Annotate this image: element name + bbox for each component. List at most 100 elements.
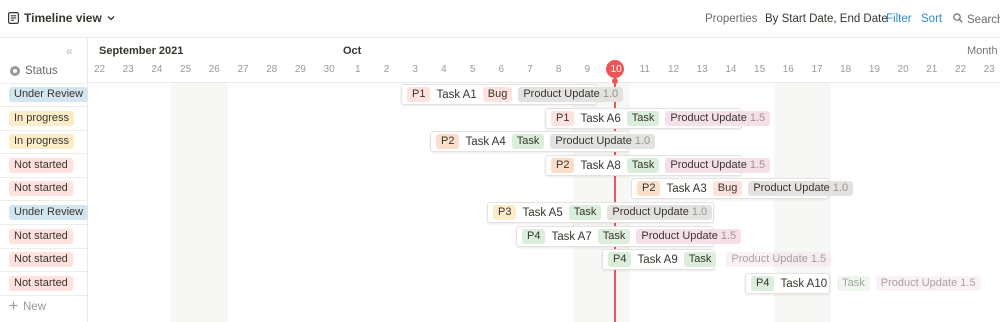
status-tag[interactable]: Not started	[9, 158, 73, 173]
type-tag: Task	[837, 276, 870, 291]
row-divider	[0, 83, 88, 84]
day-label: 30	[323, 64, 335, 75]
status-tag[interactable]: In progress	[9, 134, 75, 149]
product-version: 1.0	[602, 88, 619, 100]
day-label: 6	[498, 64, 505, 75]
task-row-a4: P2 Task A4 Task Product Update 1.0	[436, 131, 656, 152]
product-tag: Product Update 1.5	[636, 229, 742, 244]
day-label: 2	[383, 64, 390, 75]
task-title[interactable]: Task A10	[780, 278, 827, 290]
new-label: New	[23, 301, 47, 313]
day-label: 5	[469, 64, 476, 75]
plus-icon	[9, 301, 18, 313]
status-column: « Status Under Review In progress In pro…	[0, 38, 89, 322]
status-tag[interactable]: In progress	[9, 111, 75, 126]
month-label: Oct	[343, 45, 362, 57]
chevron-down-icon	[107, 15, 115, 21]
task-title[interactable]: Task A5	[522, 207, 562, 219]
task-title[interactable]: Task A8	[580, 160, 620, 172]
month-label: September 2021	[99, 45, 184, 57]
day-label: 22	[93, 64, 106, 75]
product-tag: Product Update 1.5	[726, 252, 832, 267]
task-title[interactable]: Task A4	[465, 136, 505, 148]
type-tag: Bug	[482, 87, 513, 102]
type-tag: Task	[511, 134, 545, 149]
status-tag[interactable]: Not started	[9, 276, 73, 291]
sort-button[interactable]: Sort	[921, 13, 942, 25]
task-title[interactable]: Task A9	[637, 254, 677, 266]
day-label: 29	[294, 64, 306, 75]
row-divider	[0, 200, 88, 201]
collapse-panel-icon[interactable]: «	[66, 44, 73, 58]
product-name: Product Update	[641, 230, 718, 242]
product-name: Product Update	[612, 206, 689, 218]
product-version: 1.0	[832, 182, 849, 194]
type-tag: Task	[683, 252, 717, 267]
day-label: 10	[610, 64, 622, 75]
filter-button[interactable]: Filter	[886, 13, 912, 25]
product-tag: Product Update 1.0	[518, 87, 624, 102]
row-divider	[0, 130, 88, 131]
row-divider	[0, 153, 88, 154]
timeline-grid: September 2021 Oct Month 22 23 24 25 26 27 28 2…	[89, 38, 1000, 322]
day-label: 1	[355, 64, 361, 75]
status-tag[interactable]: Under Review	[9, 87, 89, 102]
task-title[interactable]: Task A1	[436, 89, 476, 101]
timeline-view-button[interactable]: Timeline view	[8, 11, 115, 25]
type-tag: Bug	[712, 181, 743, 196]
sort-by-dates-button[interactable]: By Start Date, End Date	[765, 13, 888, 25]
day-label: 25	[180, 64, 192, 75]
search-button[interactable]: Search	[953, 13, 1000, 26]
day-label: 23	[983, 64, 995, 75]
priority-tag: P2	[637, 181, 661, 196]
task-title[interactable]: Task A3	[666, 183, 706, 195]
timeline-icon	[8, 12, 19, 24]
view-label: Timeline view	[24, 11, 102, 25]
priority-tag: P3	[493, 205, 517, 220]
row-divider	[0, 177, 88, 178]
status-tag[interactable]: Not started	[9, 229, 73, 244]
day-label: 11	[639, 64, 650, 75]
day-label: 28	[266, 64, 278, 75]
product-tag: Product Update 1.0	[748, 181, 854, 196]
task-row-a5: P3 Task A5 Task Product Update 1.0	[493, 202, 713, 223]
day-label: 17	[811, 64, 823, 75]
status-header[interactable]: Status	[10, 65, 58, 77]
new-row-button[interactable]: New	[9, 301, 46, 313]
task-title[interactable]: Task A6	[580, 113, 620, 125]
day-label: 22	[954, 64, 967, 75]
row-divider	[0, 295, 88, 296]
product-name: Product Update	[555, 135, 632, 147]
product-version: 1.0	[691, 206, 708, 218]
weekend-column	[171, 83, 228, 322]
day-label: 23	[122, 64, 134, 75]
product-name: Product Update	[670, 112, 747, 124]
status-tag[interactable]: Under Review	[9, 205, 89, 220]
task-row-a7: P4 Task A7 Task Product Update 1.5	[522, 226, 742, 247]
day-label: 24	[151, 64, 163, 75]
day-label: 19	[868, 64, 880, 75]
day-label: 26	[208, 64, 220, 75]
product-version: 1.5	[810, 253, 827, 265]
day-label: 20	[897, 64, 909, 75]
header-divider	[89, 82, 1000, 83]
priority-tag: P2	[551, 158, 575, 173]
row-divider	[0, 271, 88, 272]
product-name: Product Update	[523, 88, 600, 100]
zoom-level-button[interactable]: Month	[967, 45, 998, 57]
product-name: Product Update	[753, 182, 830, 194]
properties-button[interactable]: Properties	[705, 13, 757, 25]
day-label: 12	[667, 64, 680, 75]
day-label: 8	[555, 64, 562, 75]
status-tag[interactable]: Not started	[9, 181, 73, 196]
status-tag[interactable]: Not started	[9, 252, 73, 267]
product-version: 1.5	[960, 277, 976, 289]
product-tag: Product Update 1.5	[875, 276, 981, 291]
task-title[interactable]: Task A7	[551, 231, 591, 243]
day-label: 7	[527, 64, 533, 75]
task-row-a6: P1 Task A6 Task Product Update 1.5	[551, 108, 771, 129]
day-label: 14	[725, 64, 737, 75]
row-divider	[0, 224, 88, 225]
product-name: Product Update	[731, 253, 808, 265]
priority-tag: P1	[551, 111, 575, 126]
